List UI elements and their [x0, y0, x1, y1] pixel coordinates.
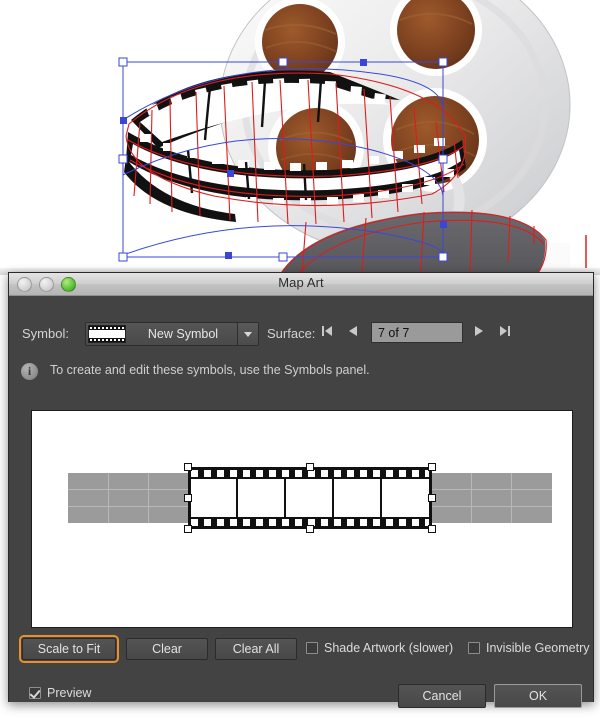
surface-number-input[interactable]: 7 of 7: [371, 322, 463, 343]
map-preview-canvas[interactable]: [31, 410, 573, 628]
surface-label: Surface:: [267, 326, 316, 341]
info-message: To create and edit these symbols, use th…: [50, 363, 370, 377]
film-strip-icon: [88, 325, 126, 343]
resize-handle-ne[interactable]: [428, 463, 436, 471]
shade-artwork-checkbox[interactable]: Shade Artwork (slower): [306, 641, 453, 655]
resize-handle-w[interactable]: [184, 494, 192, 502]
dialog-body: Symbol: New Symbol Surface: 7 of 7 i To …: [9, 296, 593, 708]
invisible-geometry-checkbox-box[interactable]: [468, 642, 480, 654]
info-icon: i: [21, 363, 38, 380]
symbol-surface-row: Symbol: New Symbol Surface: 7 of 7: [9, 319, 593, 351]
clear-button[interactable]: Clear: [126, 638, 208, 660]
chevron-down-icon[interactable]: [237, 323, 258, 345]
illustrator-artboard[interactable]: [0, 0, 600, 275]
artwork-3d-film-reel: [0, 0, 600, 275]
preview-checkbox[interactable]: Preview: [29, 686, 91, 700]
actions-row: Scale to Fit Clear Clear All Shade Artwo…: [9, 635, 593, 666]
symbol-dropdown[interactable]: New Symbol: [85, 322, 259, 346]
next-surface-icon[interactable]: [473, 325, 485, 337]
scale-to-fit-button[interactable]: Scale to Fit: [19, 635, 119, 663]
previous-surface-icon[interactable]: [347, 325, 359, 337]
resize-handle-se[interactable]: [428, 525, 436, 533]
screen: Map Art Symbol: New Symbol Surface: 7 of…: [0, 0, 600, 718]
preview-checkbox-box[interactable]: [29, 687, 41, 699]
mapped-film-strip-symbol[interactable]: [184, 463, 436, 533]
map-art-dialog: Map Art Symbol: New Symbol Surface: 7 of…: [8, 272, 594, 708]
dialog-titlebar[interactable]: Map Art: [9, 273, 593, 296]
resize-handle-n[interactable]: [306, 463, 314, 471]
first-surface-icon[interactable]: [321, 325, 333, 337]
shade-artwork-checkbox-box[interactable]: [306, 642, 318, 654]
ok-button[interactable]: OK: [494, 684, 582, 708]
symbol-label: Symbol:: [22, 326, 69, 341]
invisible-geometry-label: Invisible Geometry: [486, 641, 590, 655]
info-row: i To create and edit these symbols, use …: [9, 360, 593, 386]
clear-all-button[interactable]: Clear All: [215, 638, 297, 660]
preview-label: Preview: [47, 686, 92, 700]
cancel-button[interactable]: Cancel: [398, 684, 486, 708]
symbol-selection-box: [188, 467, 432, 529]
footer-row: Preview Cancel OK: [9, 682, 593, 712]
resize-handle-nw[interactable]: [184, 463, 192, 471]
resize-handle-e[interactable]: [428, 494, 436, 502]
shade-artwork-label: Shade Artwork (slower): [324, 641, 454, 655]
resize-handle-s[interactable]: [306, 525, 314, 533]
dialog-title: Map Art: [278, 275, 324, 290]
invisible-geometry-checkbox[interactable]: Invisible Geometry: [468, 641, 590, 655]
last-surface-icon[interactable]: [499, 325, 511, 337]
resize-handle-sw[interactable]: [184, 525, 192, 533]
